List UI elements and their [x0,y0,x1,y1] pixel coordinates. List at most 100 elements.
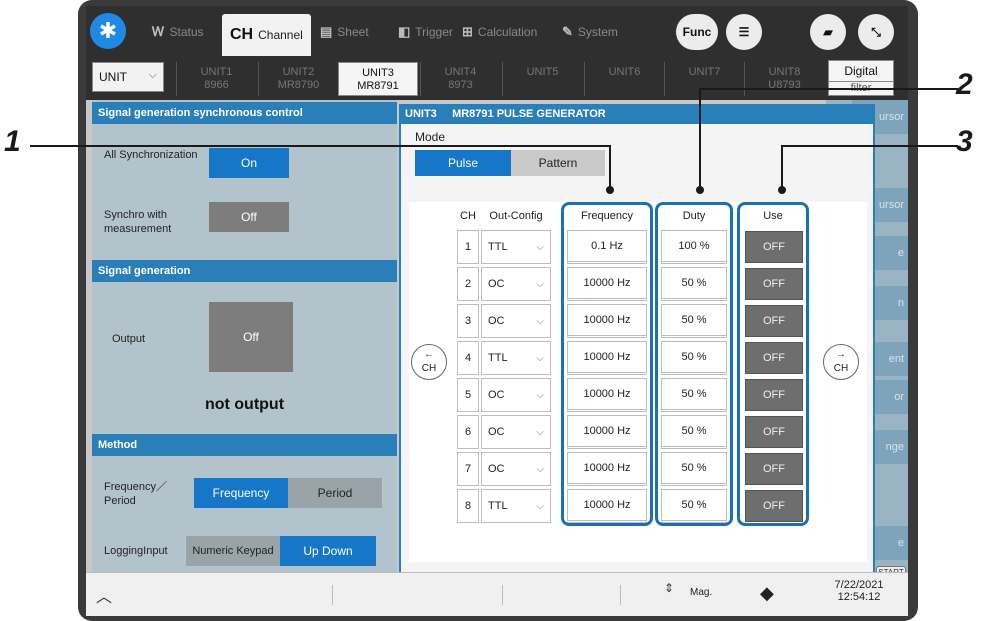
header-out-config: Out-Config [489,210,543,222]
top-toolbar: ✱ Ꮃ Status CH Channel ▤ Sheet ◧ Trigger … [86,6,908,56]
prev-ch-label: CH [421,363,437,374]
tab-channel[interactable]: CH Channel [222,14,311,56]
mode-pattern-button[interactable]: Pattern [511,150,605,176]
chevron-down-icon: ⌵ [536,241,544,253]
unit-model: MR8790 [277,79,320,91]
numeric-keypad-option[interactable]: Numeric Keypad [186,536,280,566]
tab-channel-label: Channel [258,28,303,42]
ch-number: 7 [457,452,479,486]
out-config-value: OC [488,315,505,327]
unit-tab-6[interactable]: UNIT6 [584,62,664,96]
tab-trigger[interactable]: ◧ Trigger [390,14,461,50]
callout-1-dot [606,186,614,194]
chevron-up-icon[interactable]: ︿ [96,583,112,607]
unit-tab-7[interactable]: UNIT7 [664,62,744,96]
status-bar: ︿ ⇕ Mag. ◆ 7/22/2021 12:54:12 [86,572,908,616]
out-config-value: TTL [488,241,508,253]
unit-tab-3[interactable]: UNIT3 MR8791 [338,62,418,96]
up-down-option[interactable]: Up Down [280,536,376,566]
unit-model: 8966 [204,79,229,91]
unit-model: 8973 [448,79,473,91]
callout-2-line [700,88,958,90]
divider [502,585,503,605]
mode-pulse-button[interactable]: Pulse [415,150,511,176]
unit-tab-5[interactable]: UNIT5 [502,62,582,96]
tab-calculation[interactable]: ⊞ Calculation [454,14,545,50]
out-config-select[interactable]: TTL ⌵ [481,341,551,375]
chevron-down-icon: ⌵ [148,69,157,81]
chevron-down-icon: ⌵ [536,315,544,327]
prev-ch-button[interactable]: ← CH [411,344,447,380]
expand-icon[interactable]: ⤡ [858,14,894,50]
unit-name: UNIT6 [608,66,641,78]
chevron-down-icon: ⌵ [536,389,544,401]
status-icon: Ꮃ [152,24,165,39]
callout-3-line [782,145,958,147]
output-status-text: not output [204,396,285,413]
out-config-select[interactable]: TTL ⌵ [481,230,551,264]
wrench-icon: ✎ [562,24,573,39]
output-label: Output [112,333,146,345]
callout-2-leader [699,88,701,188]
ch-number: 3 [457,304,479,338]
func-button[interactable]: Func [676,14,718,50]
tab-system[interactable]: ✎ System [554,14,626,50]
unit-tab-4[interactable]: UNIT4 8973 [420,62,500,96]
out-config-value: OC [488,278,505,290]
dialog-body: Mode Pulse Pattern ← CH → CH CH Out-Config… [401,124,873,579]
unit-tab-8[interactable]: UNIT8 U8793 [744,62,824,96]
out-config-value: OC [488,426,505,438]
output-toggle[interactable]: Off [209,302,293,372]
dialog-title: UNIT3 MR8791 PULSE GENERATOR [399,104,875,124]
digital-filter-button[interactable]: Digital [828,60,894,82]
unit-name: UNIT2 [282,66,315,78]
settings-gear-icon[interactable]: ✱ [90,13,126,49]
out-config-select[interactable]: OC ⌵ [481,415,551,449]
synchro-measurement-label: Synchro with measurement [104,209,172,235]
out-config-select[interactable]: OC ⌵ [481,304,551,338]
dialog-unit: UNIT3 [405,108,437,120]
all-sync-label: All Synchronization [104,149,198,161]
ch-number: 8 [457,489,479,523]
synchro-measurement-toggle[interactable]: Off [209,202,289,232]
chevron-down-icon: ⌵ [536,500,544,512]
calculation-icon: ⊞ [462,24,473,39]
callout-2-dot [696,186,704,194]
callout-1-number: 1 [4,125,21,158]
tab-status[interactable]: Ꮃ Status [144,14,212,50]
ch-number: 6 [457,415,479,449]
out-config-select[interactable]: OC ⌵ [481,452,551,486]
folder-icon[interactable]: ▰ [810,14,846,50]
unit-tab-1[interactable]: UNIT1 8966 [176,62,256,96]
magnify-icon[interactable]: ⇕ [664,581,674,595]
unit-selector[interactable]: UNIT ⌵ [92,62,164,92]
pulse-generator-dialog: UNIT3 MR8791 PULSE GENERATOR Mode Pulse … [399,104,875,581]
frequency-option[interactable]: Frequency [194,478,288,508]
unit-tab-row: UNIT ⌵ UNIT1 8966 UNIT2 MR8790 UNIT3 MR8791… [86,56,908,100]
tab-sheet[interactable]: ▤ Sheet [312,14,377,50]
chevron-down-icon: ⌵ [536,463,544,475]
usb-drive-icon: ◆ [760,583,774,603]
chevron-down-icon: ⌵ [536,278,544,290]
out-config-select[interactable]: OC ⌵ [481,378,551,412]
unit-name: UNIT5 [526,66,559,78]
next-ch-label: CH [833,363,849,374]
header-ch: CH [460,210,476,222]
list-menu-icon[interactable]: ☰ [726,14,762,50]
channel-table: ← CH → CH CH Out-Config Frequency Duty Use… [409,202,867,562]
out-config-select[interactable]: OC ⌵ [481,267,551,301]
next-ch-button[interactable]: → CH [823,344,859,380]
callout-1-leader [609,145,611,189]
datetime: 7/22/2021 12:54:12 [824,579,894,603]
unit-name: UNIT8 [768,66,801,78]
out-config-select[interactable]: TTL ⌵ [481,489,551,523]
method-header: Method [92,434,397,456]
all-sync-toggle[interactable]: On [209,148,289,178]
period-option[interactable]: Period [288,478,382,508]
mode-label: Mode [415,130,446,144]
tab-trigger-label: Trigger [415,25,453,39]
unit-tab-2[interactable]: UNIT2 MR8790 [258,62,338,96]
arrow-right-icon: → [836,349,846,360]
use-column-highlight [737,202,809,526]
chevron-down-icon: ⌵ [536,352,544,364]
